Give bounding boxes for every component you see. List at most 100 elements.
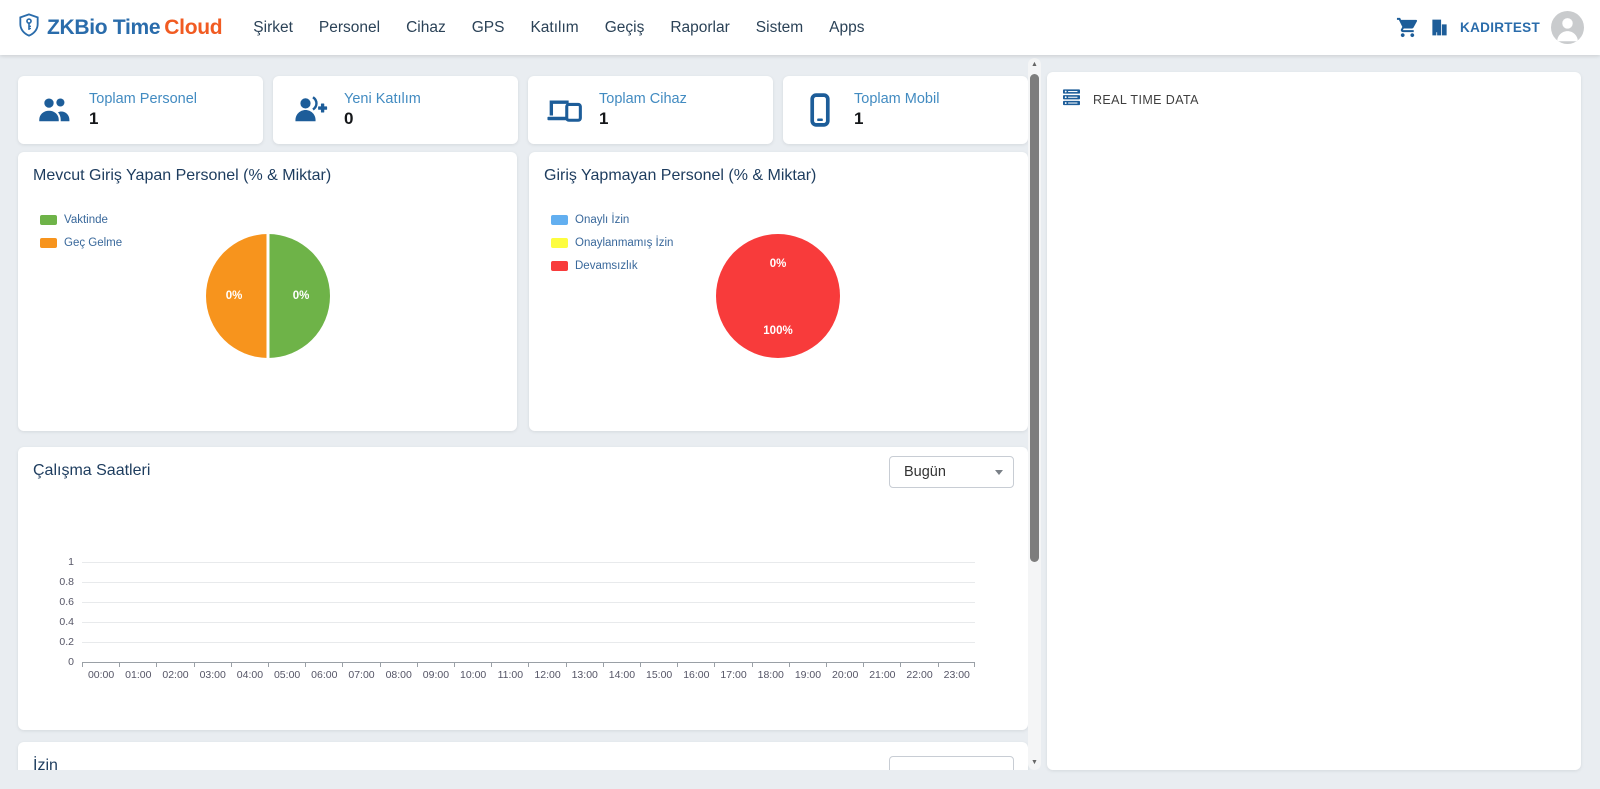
top-navigation-bar: ZKBio Time Cloud Şirket Personel Cihaz GPS Ka… <box>0 0 1600 55</box>
stat-card-toplam-mobil[interactable]: Toplam Mobil 1 <box>783 76 1028 144</box>
stat-value: 1 <box>89 109 99 128</box>
devices-icon <box>544 95 586 125</box>
legend-item-vaktinde[interactable]: Vaktinde <box>40 214 122 226</box>
stat-label: Yeni Katılım <box>344 91 421 107</box>
nav-item-katilim[interactable]: Katılım <box>517 0 591 55</box>
x-axis-tick: 15:00 <box>640 662 677 681</box>
logo-text-primary: ZKBio Time <box>47 15 161 39</box>
x-axis-label: 06:00 <box>311 669 338 681</box>
x-axis-tick: 14:00 <box>602 662 640 681</box>
legend-item-gec-gelme[interactable]: Geç Gelme <box>40 237 122 249</box>
pie-legend: Onaylı İzin Onaylanmamış İzin Devamsızlık <box>551 214 673 283</box>
main-menu: Şirket Personel Cihaz GPS Katılım Geçiş Raporl… <box>240 0 877 55</box>
x-axis-label: 14:00 <box>608 669 636 681</box>
x-axis-tick: 20:00 <box>826 662 863 681</box>
x-axis-label: 03:00 <box>199 669 226 681</box>
nav-item-personel[interactable]: Personel <box>306 0 393 55</box>
x-axis-label: 04:00 <box>236 669 264 681</box>
work-hours-card: Çalışma Saatleri Bugün 1 0.8 0.6 0.4 0.2 0 00… <box>18 447 1028 730</box>
scrollbar-thumb[interactable] <box>1030 74 1039 562</box>
card-title: Giriş Yapmayan Personel (% & Miktar) <box>544 167 817 184</box>
person-add-icon <box>289 95 331 125</box>
chevron-down-icon <box>995 769 1003 770</box>
y-axis-label: 0.8 <box>59 576 74 588</box>
pie-percent-label: 0% <box>292 290 310 302</box>
x-axis-tick: 01:00 <box>119 662 156 681</box>
y-axis-label: 0.4 <box>59 616 74 628</box>
logo-text-secondary: Cloud <box>164 15 223 39</box>
account-name[interactable]: KADIRTEST <box>1460 20 1540 35</box>
app-logo[interactable]: ZKBio Time Cloud <box>16 12 223 43</box>
vertical-scrollbar[interactable]: ▲ ▼ <box>1028 58 1041 770</box>
legend-item-onaylanmamis-i-zin[interactable]: Onaylanmamış İzin <box>551 237 673 249</box>
y-axis-label: 0.2 <box>59 636 74 648</box>
x-axis-label: 11:00 <box>497 669 524 681</box>
x-axis-label: 10:00 <box>459 669 487 681</box>
x-axis-label: 02:00 <box>162 669 189 681</box>
x-axis-tick: 22:00 <box>900 662 937 681</box>
topbar-right: KADIRTEST <box>1396 11 1584 44</box>
x-axis: 00:00 01:00 02:00 03:00 04:00 05:00 06:00 07:00… <box>82 662 975 688</box>
legend-swatch <box>551 261 568 271</box>
legend-label: Geç Gelme <box>64 237 123 249</box>
date-range-select[interactable]: Bugün <box>889 456 1014 488</box>
avatar[interactable] <box>1551 11 1584 44</box>
x-axis-label: 19:00 <box>794 669 822 681</box>
x-axis-label: 07:00 <box>348 669 375 681</box>
stat-card-toplam-cihaz[interactable]: Toplam Cihaz 1 <box>528 76 773 144</box>
stat-card-yeni-katilim[interactable]: Yeni Katılım 0 <box>273 76 518 144</box>
pie-percent-label: 0% <box>225 290 243 302</box>
x-axis-tick: 04:00 <box>230 662 268 681</box>
stat-label: Toplam Personel <box>89 91 197 107</box>
x-axis-label: 00:00 <box>87 669 115 681</box>
legend-item-devamsizlik[interactable]: Devamsızlık <box>551 260 673 272</box>
x-axis-tick: 18:00 <box>751 662 789 681</box>
cart-icon[interactable] <box>1396 16 1419 39</box>
pie-card-not-checked-in: Giriş Yapmayan Personel (% & Miktar) Ona… <box>529 152 1028 431</box>
leave-card: İzin <box>18 742 1028 770</box>
stat-label: Toplam Cihaz <box>599 91 687 107</box>
x-axis-label: 21:00 <box>869 669 896 681</box>
y-axis-label: 1 <box>68 556 74 568</box>
gridline <box>82 562 975 563</box>
real-time-data-header: REAL TIME DATA <box>1047 72 1581 128</box>
pie-percent-label: 100% <box>763 325 793 337</box>
gridline <box>82 602 975 603</box>
scroll-up-arrow-icon[interactable]: ▲ <box>1028 60 1041 70</box>
nav-item-gecis[interactable]: Geçiş <box>592 0 658 55</box>
x-axis-label: 08:00 <box>385 669 412 681</box>
pie-chart-not-checked-in: 0% 100% <box>716 234 840 358</box>
pie-card-checked-in: Mevcut Giriş Yapan Personel (% & Miktar)… <box>18 152 517 431</box>
nav-item-gps[interactable]: GPS <box>459 0 518 55</box>
legend-label: Vaktinde <box>64 214 108 226</box>
stat-card-toplam-personel[interactable]: Toplam Personel 1 <box>18 76 263 144</box>
x-axis-label: 18:00 <box>757 669 784 681</box>
nav-item-sistem[interactable]: Sistem <box>743 0 816 55</box>
real-time-data-panel: REAL TIME DATA <box>1047 72 1581 770</box>
x-axis-label: 16:00 <box>683 669 710 681</box>
people-icon <box>34 95 76 125</box>
x-axis-label: 23:00 <box>943 669 970 681</box>
scroll-down-arrow-icon[interactable]: ▼ <box>1028 758 1041 768</box>
stat-value: 1 <box>599 109 609 128</box>
y-axis-label: 0 <box>68 656 74 668</box>
x-axis-tick: 16:00 <box>677 662 714 681</box>
leave-range-select[interactable] <box>889 756 1014 770</box>
nav-item-apps[interactable]: Apps <box>816 0 877 55</box>
nav-item-cihaz[interactable]: Cihaz <box>393 0 459 55</box>
main-content: Toplam Personel 1 Yeni Katılım 0 Toplam Ciha… <box>0 55 1044 770</box>
company-icon[interactable] <box>1430 18 1449 37</box>
mobile-phone-icon <box>799 93 841 127</box>
x-axis-tick: 05:00 <box>268 662 305 681</box>
nav-item-raporlar[interactable]: Raporlar <box>657 0 742 55</box>
legend-swatch <box>551 215 568 225</box>
stat-label: Toplam Mobil <box>854 91 940 107</box>
x-axis-tick: 10:00 <box>454 662 491 681</box>
gridline <box>82 642 975 643</box>
legend-item-onayli-i-zin[interactable]: Onaylı İzin <box>551 214 673 226</box>
nav-item-sirket[interactable]: Şirket <box>240 0 306 55</box>
legend-label: Onaylı İzin <box>575 214 630 226</box>
x-axis-label: 20:00 <box>832 669 859 681</box>
work-hours-chart: 1 0.8 0.6 0.4 0.2 0 <box>59 556 975 668</box>
x-axis-label: 09:00 <box>422 669 450 681</box>
